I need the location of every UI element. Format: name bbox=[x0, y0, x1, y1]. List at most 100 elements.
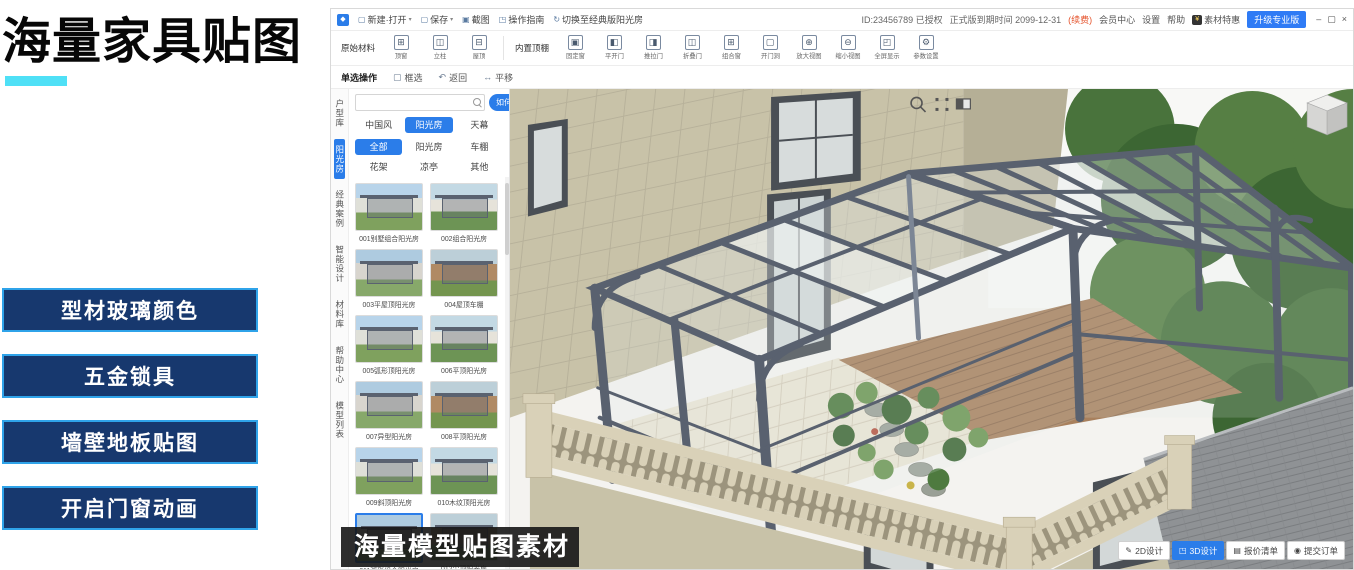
viewport-mode-button-1[interactable]: ◳3D设计 bbox=[1172, 541, 1224, 560]
panel-tab-1[interactable]: 阳光房 bbox=[334, 139, 345, 180]
panel-scrollbar[interactable] bbox=[505, 177, 509, 569]
menu-label: 截图 bbox=[472, 13, 490, 26]
model-thumbnail-7[interactable]: 008平顶阳光房 bbox=[430, 381, 498, 442]
menu-item-1[interactable]: ▢保存▾ bbox=[421, 13, 454, 26]
model-thumbnail-5[interactable]: 006平顶阳光房 bbox=[430, 315, 498, 376]
model-thumbnail-3[interactable]: 004屋顶车棚 bbox=[430, 249, 498, 310]
panel-tab-5[interactable]: 帮助中心 bbox=[334, 340, 345, 390]
toolbar-button-b-2[interactable]: ◨ 推拉门 bbox=[638, 35, 668, 61]
license-id: ID:23456789 已授权 bbox=[862, 13, 943, 26]
toolbar-button-icon: ⊞ bbox=[394, 35, 409, 50]
toolbar-button-b-6[interactable]: ⊕放大视图 bbox=[794, 35, 824, 61]
renew-link[interactable]: (续费) bbox=[1068, 13, 1092, 26]
viewport-mode-button-3[interactable]: ◉提交订单 bbox=[1287, 541, 1345, 560]
toolbar-button-2[interactable]: ⊟屋顶 bbox=[464, 35, 494, 61]
close-button[interactable]: × bbox=[1342, 14, 1347, 25]
panel-tab-0[interactable]: 户型库 bbox=[334, 93, 345, 134]
hero-button-2[interactable]: 墙壁地板贴图 bbox=[2, 420, 258, 464]
subcategory-chip-4[interactable]: 凉亭 bbox=[405, 159, 452, 175]
titlebar-link-1[interactable]: 设置 bbox=[1142, 13, 1160, 26]
toolbar-item-label: 折叠门 bbox=[683, 52, 702, 61]
toolbar-button-1[interactable]: ◫立柱 bbox=[425, 35, 455, 61]
menu-item-4[interactable]: ↻切换至经典版阳光房 bbox=[553, 13, 643, 26]
category-chip-2[interactable]: 天幕 bbox=[456, 117, 503, 133]
app-logo-icon: ◆ bbox=[337, 14, 349, 26]
panel-tab-6[interactable]: 模型列表 bbox=[334, 395, 345, 445]
model-thumbnail-4[interactable]: 005弧形顶阳光房 bbox=[355, 315, 423, 376]
toolbar-button-b-0[interactable]: ▣ 固定窗 bbox=[560, 35, 590, 61]
toolbar-item-label: 固定窗 bbox=[566, 52, 585, 61]
titlebar-link-label: 素材特惠 bbox=[1204, 13, 1240, 26]
model-thumbnail-image bbox=[355, 315, 423, 363]
toolbar-button-b-3[interactable]: ◫折叠门 bbox=[677, 35, 707, 61]
toolbar-button-b-5[interactable]: ▢开门洞 bbox=[755, 35, 785, 61]
model-thumbnail-2[interactable]: 003平屋顶阳光房 bbox=[355, 249, 423, 310]
model-thumbnail-caption: 003平屋顶阳光房 bbox=[358, 299, 421, 309]
3d-viewport[interactable]: ✎2D设计◳3D设计▤报价清单◉提交订单 bbox=[510, 89, 1353, 569]
sub-tool-0[interactable]: ▢框选 bbox=[393, 71, 423, 84]
menu-icon: ↻ bbox=[553, 15, 560, 24]
model-thumbnail-caption: 002组合阳光房 bbox=[433, 233, 496, 243]
menu-icon: ▣ bbox=[462, 15, 470, 24]
model-thumbnail-image bbox=[430, 447, 498, 495]
titlebar-link-3[interactable]: ¥素材特惠 bbox=[1192, 13, 1240, 26]
toolbar-button-b-9[interactable]: ⚙参数设置 bbox=[911, 35, 941, 61]
toolbar-button-b-icon: ▣ bbox=[568, 35, 583, 50]
toolbar-group2: ▣ 固定窗 ◧平开门 ◨ 推拉门 ◫折叠门 ⊞组合窗 ▢开门洞 ⊕放大视图 ⊖缩小视图 ◰全屏显示 ⚙… bbox=[560, 35, 941, 61]
toolbar-item-label: 平开门 bbox=[605, 52, 624, 61]
toolbar-button-b-icon: ◨ bbox=[646, 35, 661, 50]
subcategory-chip-2[interactable]: 车棚 bbox=[456, 139, 503, 155]
menu-item-3[interactable]: ◳操作指南 bbox=[499, 13, 545, 26]
subcategory-chip-1[interactable]: 阳光房 bbox=[405, 139, 452, 155]
model-thumbnail-9[interactable]: 010木纹顶阳光房 bbox=[430, 447, 498, 508]
panel-tab-3[interactable]: 智能设计 bbox=[334, 239, 345, 289]
toolbar-item-label: 屋顶 bbox=[473, 52, 486, 61]
viewport-mode-button-2[interactable]: ▤报价清单 bbox=[1226, 541, 1285, 560]
panel-tab-4[interactable]: 材料库 bbox=[334, 294, 345, 335]
panel-tab-2[interactable]: 经典案例 bbox=[334, 184, 345, 234]
viewport-mode-label: 2D设计 bbox=[1135, 545, 1163, 557]
subcategory-chip-3[interactable]: 花架 bbox=[355, 159, 402, 175]
menu-item-2[interactable]: ▣截图 bbox=[462, 13, 490, 26]
menu-item-0[interactable]: ▢新建·打开▾ bbox=[358, 13, 412, 26]
titlebar-right: ID:23456789 已授权 正式版到期时间 2099-12-31 (续费) … bbox=[862, 11, 1347, 28]
subcategory-chip-0[interactable]: 全部 bbox=[355, 139, 402, 155]
titlebar-link-0[interactable]: 会员中心 bbox=[1099, 13, 1135, 26]
titlebar-link-2[interactable]: 帮助 bbox=[1167, 13, 1185, 26]
model-thumbnail-6[interactable]: 007异型阳光房 bbox=[355, 381, 423, 442]
viewport-mode-button-0[interactable]: ✎2D设计 bbox=[1118, 541, 1170, 560]
scrollbar-thumb[interactable] bbox=[505, 183, 509, 255]
main-toolbar: 原始材料 ⊞顶窗◫立柱⊟屋顶 内置顶棚 ▣固定窗◧平开门◨推拉门◫折叠门⊞组合窗… bbox=[331, 30, 1353, 66]
toolbar-button-b-4[interactable]: ⊞组合窗 bbox=[716, 35, 746, 61]
sub-tool-1[interactable]: ↶返回 bbox=[439, 71, 468, 84]
nav-cube[interactable] bbox=[1307, 95, 1347, 135]
toolbar-button-0[interactable]: ⊞顶窗 bbox=[386, 35, 416, 61]
maximize-button[interactable]: ▢ bbox=[1327, 14, 1336, 25]
hero-button-0[interactable]: 型材玻璃颜色 bbox=[2, 288, 258, 332]
upgrade-cta-button[interactable]: 升级专业版 bbox=[1247, 11, 1306, 28]
subcategory-chip-5[interactable]: 其他 bbox=[456, 159, 503, 175]
model-thumbnail-0[interactable]: 001别墅组合阳光房 bbox=[355, 183, 423, 244]
toolbar-button-b-7[interactable]: ⊖缩小视图 bbox=[833, 35, 863, 61]
model-thumbnail-caption: 001别墅组合阳光房 bbox=[358, 233, 421, 243]
toolbar-item-label: 推拉门 bbox=[644, 52, 663, 61]
toolbar-item-label: 组合窗 bbox=[722, 52, 741, 61]
toolbar-button-b-8[interactable]: ◰全屏显示 bbox=[872, 35, 902, 61]
toolbar-button-b-1[interactable]: ◧平开门 bbox=[599, 35, 629, 61]
sub-tool-2[interactable]: ↔平移 bbox=[483, 71, 513, 84]
search-input[interactable] bbox=[355, 94, 485, 111]
menu-icon: ▢ bbox=[358, 15, 366, 24]
toolbar-button-icon: ◫ bbox=[433, 35, 448, 50]
minimize-button[interactable]: – bbox=[1316, 14, 1321, 25]
model-thumbnail-caption: 005弧形顶阳光房 bbox=[358, 365, 421, 375]
category-chip-1[interactable]: 阳光房 bbox=[405, 117, 452, 133]
model-thumbnail-1[interactable]: 002组合阳光房 bbox=[430, 183, 498, 244]
category-chip-0[interactable]: 中国风 bbox=[355, 117, 402, 133]
model-thumbnail-8[interactable]: 009斜顶阳光房 bbox=[355, 447, 423, 508]
model-thumbnail-caption: 009斜顶阳光房 bbox=[358, 497, 421, 507]
hero-button-3[interactable]: 开启门窗动画 bbox=[2, 486, 258, 530]
sub-toolbar: 单选操作 ▢框选↶返回↔平移 bbox=[331, 66, 1353, 89]
hero-button-1[interactable]: 五金锁具 bbox=[2, 354, 258, 398]
howto-button[interactable]: 如何选型? bbox=[489, 94, 509, 111]
toolbar-item-label: 参数设置 bbox=[913, 52, 938, 61]
